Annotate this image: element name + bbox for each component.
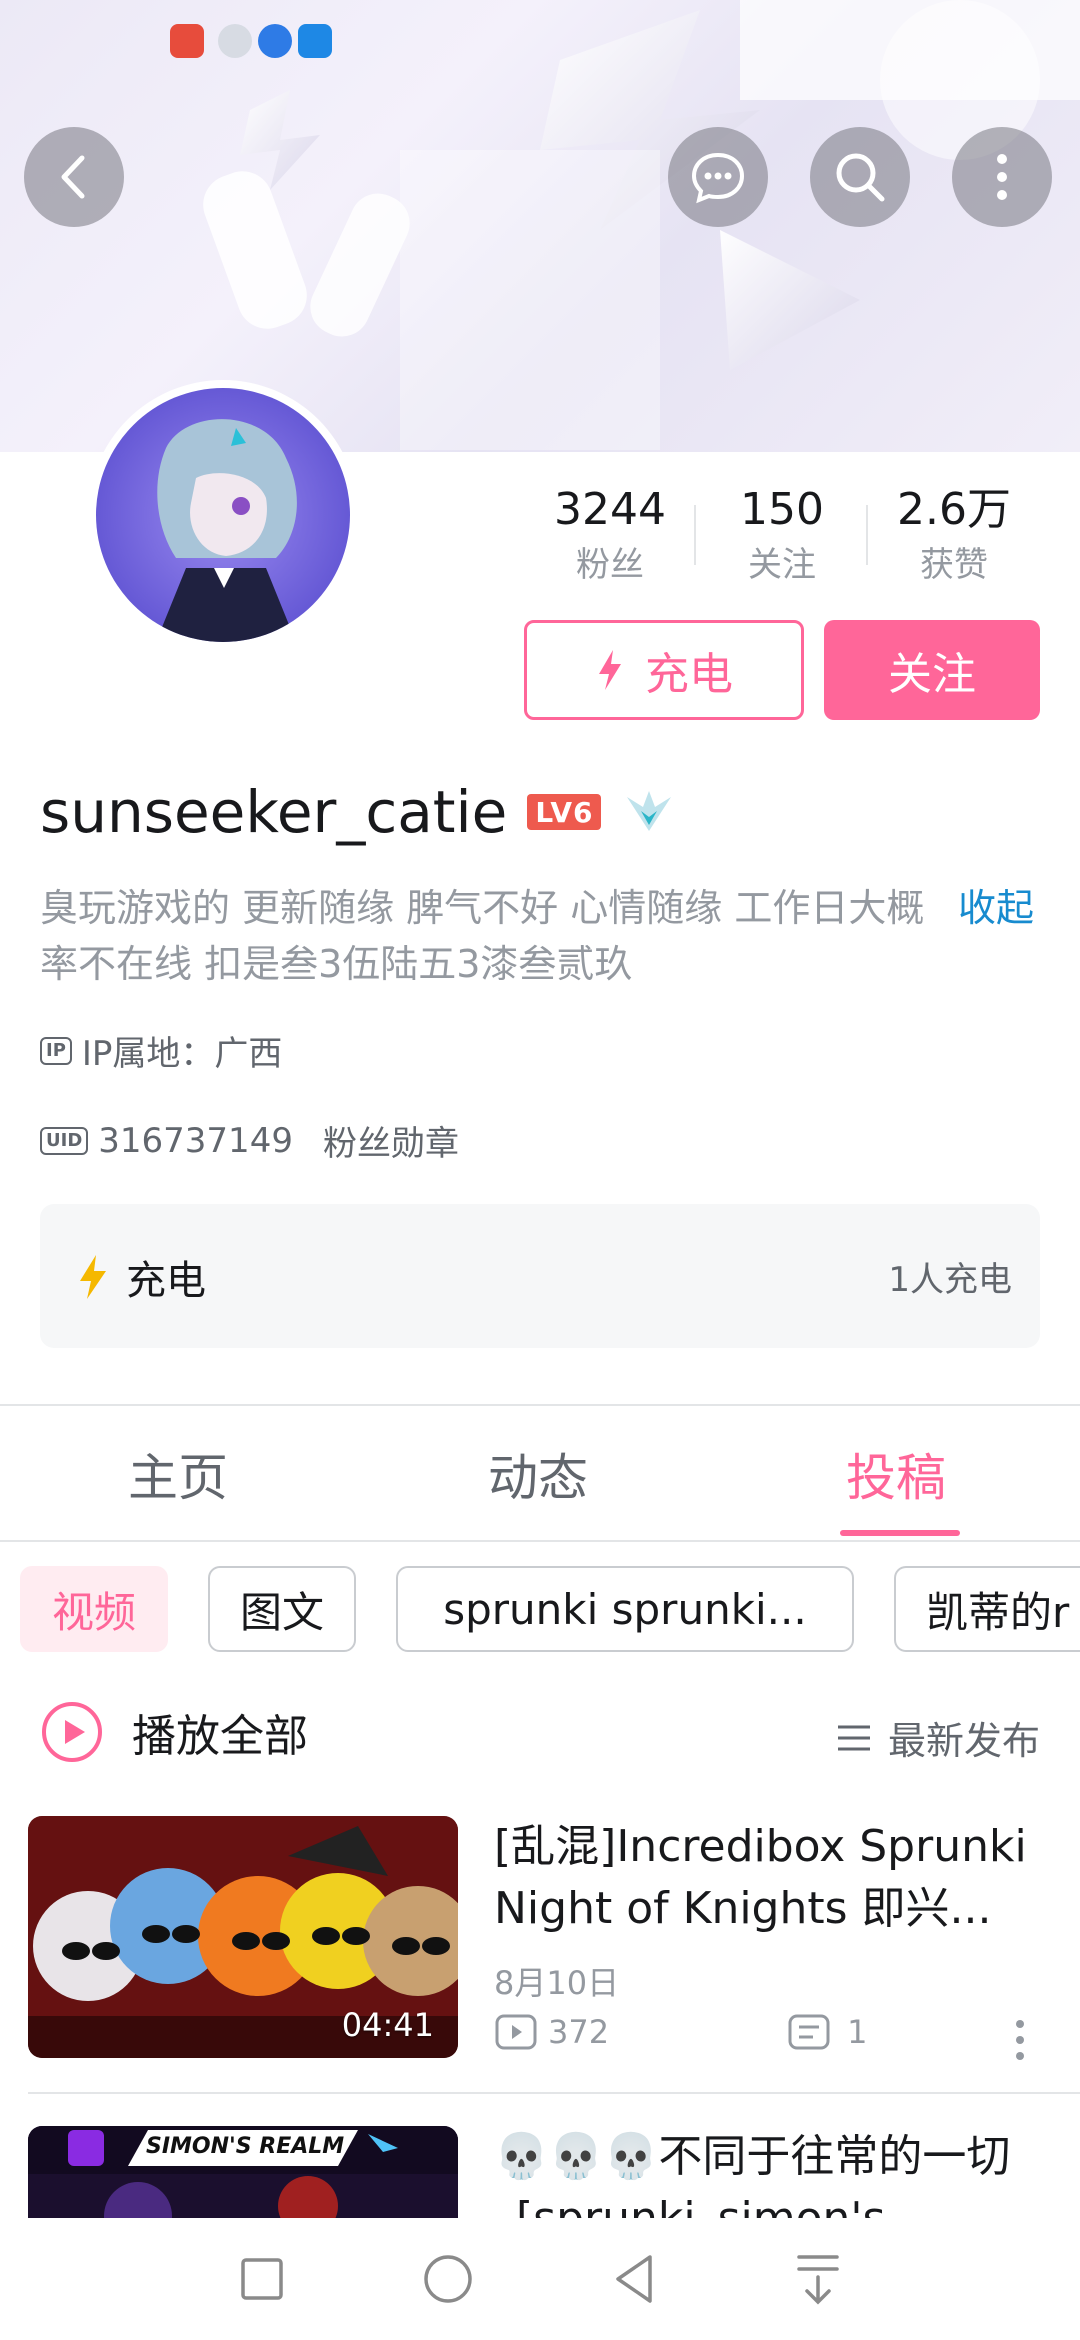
list-divider [28, 2092, 1080, 2094]
play-count: 372 [548, 2013, 610, 2051]
username: sunseeker_catie [40, 778, 508, 846]
more-vertical-icon[interactable] [1010, 2018, 1030, 2062]
collapse-link[interactable]: 收起 [958, 880, 1034, 936]
username-row: sunseeker_catie LV6 [40, 778, 677, 846]
ip-icon: IP [40, 1036, 72, 1065]
followers-count: 3244 [554, 484, 666, 535]
chevron-left-icon [61, 155, 85, 199]
following-stat[interactable]: 150 关注 [702, 480, 862, 590]
play-all-button[interactable]: 播放全部 [40, 1700, 308, 1764]
video-item[interactable]: SIMON'S REALM 💀💀💀不同于往常的一切_[sprunki_simon… [0, 2126, 1080, 2218]
followers-stat[interactable]: 3244 粉丝 [530, 480, 690, 590]
vip-wings-icon [627, 791, 672, 831]
chip-collection-catie[interactable]: 凯蒂的r [894, 1566, 1080, 1652]
uid-icon: UID [40, 1126, 89, 1155]
stat-divider [866, 505, 868, 565]
chat-bubble-icon [691, 152, 745, 204]
video-date: 8月10日 [494, 1964, 620, 2002]
ip-location-row: IP IP属地：广西 [40, 1026, 282, 1075]
weather-icon [298, 24, 332, 58]
sort-label: 最新发布 [887, 1719, 1040, 1763]
browser-icon [258, 24, 292, 58]
charge-button[interactable]: 充电 [524, 620, 804, 720]
lightning-icon [80, 1255, 106, 1299]
level-badge: LV6 [527, 794, 602, 830]
recent-apps-icon[interactable] [237, 2254, 287, 2304]
chip-articles[interactable]: 图文 [208, 1566, 356, 1652]
follow-button[interactable]: 关注 [824, 620, 1040, 720]
avatar[interactable] [88, 380, 358, 650]
app-icon [218, 24, 252, 58]
followers-label: 粉丝 [576, 545, 644, 585]
profile-banner [0, 0, 1080, 452]
app-store-icon [170, 24, 204, 58]
tab-dynamics[interactable]: 动态 [488, 1438, 588, 1510]
uid-value[interactable]: 316737149 [98, 1121, 293, 1161]
charge-button-label: 充电 [645, 649, 733, 700]
more-vertical-icon [997, 154, 1007, 200]
lightning-icon [599, 650, 621, 690]
follow-button-label: 关注 [888, 649, 976, 700]
tabs-divider [0, 1540, 1080, 1542]
back-triangle-icon[interactable] [610, 2251, 660, 2307]
sort-lines-icon [837, 1725, 870, 1750]
stat-divider [694, 505, 696, 565]
video-thumbnail[interactable]: 04:41 [28, 1816, 458, 2058]
avatar-image [96, 388, 350, 642]
following-count: 150 [740, 484, 824, 535]
comment-icon [788, 2014, 830, 2050]
video-thumbnail[interactable]: SIMON'S REALM [28, 2126, 458, 2218]
play-all-label: 播放全部 [132, 1711, 308, 1762]
bio-text: 臭玩游戏的 更新随缘 脾气不好 心情随缘 工作日大概率不在线 扣是叁3伍陆五3漆… [40, 886, 925, 986]
sort-button[interactable]: 最新发布 [836, 1710, 1040, 1765]
thumbnail-text: SIMON'S REALM [146, 2134, 345, 2159]
charge-count: 1人充电 [888, 1260, 1012, 1300]
video-title[interactable]: 💀💀💀不同于往常的一切_[sprunki_simon's [494, 2126, 1054, 2218]
profile-page: 3244 粉丝 150 关注 2.6万 获赞 充电 关注 sunseeker_c… [0, 0, 1080, 2340]
video-stats: 372 1 [494, 2012, 867, 2052]
comment-count: 1 [847, 2013, 868, 2051]
uid-row: UID 316737149 粉丝勋章 [40, 1116, 459, 1165]
likes-label: 获赞 [920, 545, 988, 585]
play-count-icon [495, 2014, 537, 2050]
status-bar [0, 0, 1080, 80]
chip-videos[interactable]: 视频 [20, 1566, 168, 1652]
likes-stat[interactable]: 2.6万 获赞 [874, 480, 1034, 590]
search-icon [836, 153, 885, 202]
video-title[interactable]: [乱混]Incredibox Sprunki Night of Knights … [494, 1816, 1054, 1940]
tab-home[interactable]: 主页 [128, 1438, 228, 1510]
charge-card[interactable]: 充电 1人充电 [40, 1204, 1040, 1348]
home-icon[interactable] [420, 2251, 476, 2307]
more-button[interactable] [952, 127, 1052, 227]
search-button[interactable] [810, 127, 910, 227]
tab-uploads[interactable]: 投稿 [846, 1438, 946, 1510]
following-label: 关注 [748, 545, 816, 585]
charge-card-label: 充电 [126, 1258, 206, 1304]
likes-count: 2.6万 [897, 484, 1011, 535]
chip-collection-sprunki[interactable]: sprunki sprunki... [396, 1566, 854, 1652]
section-divider [0, 1404, 1080, 1406]
fan-medal-link[interactable]: 粉丝勋章 [323, 1116, 459, 1165]
message-button[interactable] [668, 127, 768, 227]
ip-location: IP属地：广西 [81, 1034, 283, 1074]
video-item[interactable]: 04:41 [乱混]Incredibox Sprunki Night of Kn… [0, 1816, 1080, 2086]
play-circle-icon [42, 1702, 102, 1762]
back-button[interactable] [24, 127, 124, 227]
notification-shade-icon[interactable] [793, 2251, 843, 2307]
video-duration: 04:41 [341, 2006, 434, 2044]
system-nav-bar [0, 2218, 1080, 2340]
tab-indicator [840, 1530, 960, 1536]
